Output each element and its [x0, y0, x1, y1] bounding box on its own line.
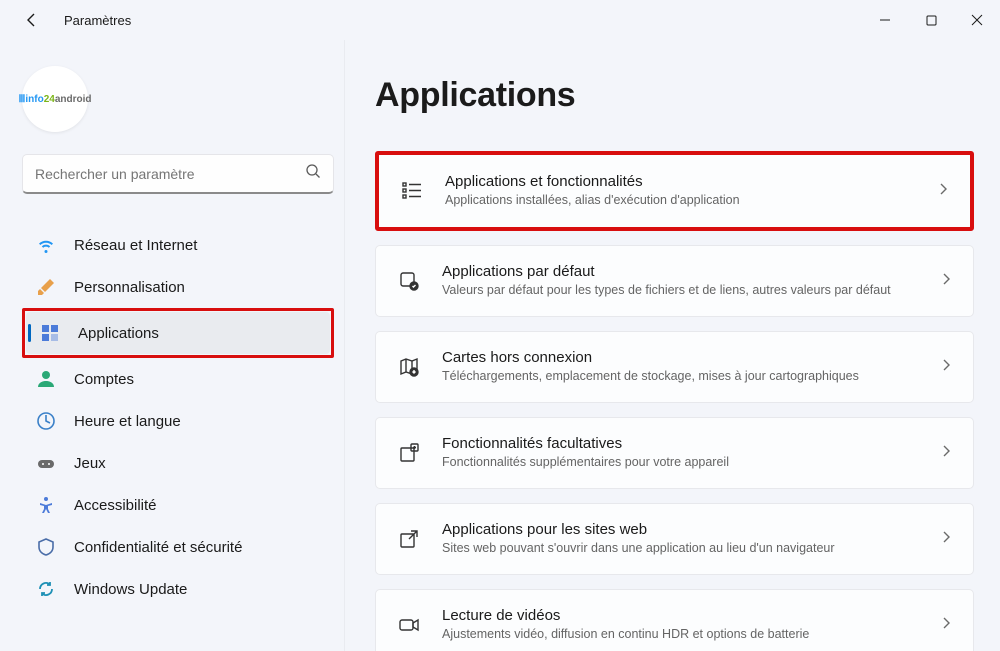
update-icon	[36, 579, 56, 599]
row-desc: Sites web pouvant s'ouvrir dans une appl…	[442, 540, 919, 557]
chevron-right-icon	[936, 182, 950, 201]
video-icon	[396, 612, 422, 638]
sidebar-item-apps[interactable]: Applications	[26, 312, 330, 354]
row-title: Applications et fonctionnalités	[445, 173, 916, 190]
sidebar-item-label: Jeux	[74, 455, 106, 472]
sidebar-nav: Réseau et Internet Personnalisation Appl…	[22, 224, 334, 610]
map-download-icon	[396, 354, 422, 380]
row-apps-websites[interactable]: Applications pour les sites web Sites we…	[375, 503, 974, 575]
page-title: Applications	[375, 76, 974, 115]
row-title: Cartes hors connexion	[442, 349, 919, 366]
window-controls	[862, 2, 1000, 38]
row-desc: Téléchargements, emplacement de stockage…	[442, 368, 919, 385]
search-input[interactable]	[35, 166, 305, 182]
titlebar: Paramètres	[0, 0, 1000, 40]
person-icon	[36, 369, 56, 389]
row-desc: Applications installées, alias d'exécuti…	[445, 192, 916, 209]
sidebar-item-accounts[interactable]: Comptes	[22, 358, 334, 400]
sidebar-item-label: Personnalisation	[74, 279, 185, 296]
brush-icon	[36, 277, 56, 297]
gamepad-icon	[36, 453, 56, 473]
row-apps-features[interactable]: Applications et fonctionnalités Applicat…	[379, 155, 970, 227]
row-title: Lecture de vidéos	[442, 607, 919, 624]
row-title: Fonctionnalités facultatives	[442, 435, 919, 452]
chevron-right-icon	[939, 358, 953, 377]
apps-icon	[40, 323, 60, 343]
main-content: Applications Applications et fonctionnal…	[345, 40, 1000, 651]
sidebar-item-label: Applications	[78, 325, 159, 342]
back-button[interactable]	[20, 8, 44, 32]
sidebar-item-gaming[interactable]: Jeux	[22, 442, 334, 484]
sidebar-item-time-language[interactable]: Heure et langue	[22, 400, 334, 442]
accessibility-icon	[36, 495, 56, 515]
minimize-button[interactable]	[862, 2, 908, 38]
sidebar-item-privacy[interactable]: Confidentialité et sécurité	[22, 526, 334, 568]
sidebar-item-label: Windows Update	[74, 581, 187, 598]
shield-icon	[36, 537, 56, 557]
list-icon	[399, 178, 425, 204]
chevron-right-icon	[939, 530, 953, 549]
add-feature-icon	[396, 440, 422, 466]
row-title: Applications par défaut	[442, 263, 919, 280]
chevron-right-icon	[939, 616, 953, 635]
sidebar-item-accessibility[interactable]: Accessibilité	[22, 484, 334, 526]
row-title: Applications pour les sites web	[442, 521, 919, 538]
sidebar-item-personalization[interactable]: Personnalisation	[22, 266, 334, 308]
avatar: Ⅲinfo24android	[22, 66, 88, 132]
row-desc: Ajustements vidéo, diffusion en continu …	[442, 626, 919, 643]
sidebar-item-label: Accessibilité	[74, 497, 157, 514]
sidebar-item-network[interactable]: Réseau et Internet	[22, 224, 334, 266]
row-desc: Valeurs par défaut pour les types de fic…	[442, 282, 919, 299]
sidebar-item-label: Heure et langue	[74, 413, 181, 430]
close-button[interactable]	[954, 2, 1000, 38]
wifi-icon	[36, 235, 56, 255]
search-box[interactable]	[22, 154, 334, 194]
chevron-right-icon	[939, 444, 953, 463]
sidebar-item-windows-update[interactable]: Windows Update	[22, 568, 334, 610]
row-desc: Fonctionnalités supplémentaires pour vot…	[442, 454, 919, 471]
search-icon	[305, 163, 321, 184]
default-apps-icon	[396, 268, 422, 294]
sidebar: Ⅲinfo24android Réseau et Internet Person…	[0, 40, 345, 651]
sidebar-item-label: Confidentialité et sécurité	[74, 539, 242, 556]
row-video-playback[interactable]: Lecture de vidéos Ajustements vidéo, dif…	[375, 589, 974, 651]
chevron-right-icon	[939, 272, 953, 291]
row-default-apps[interactable]: Applications par défaut Valeurs par défa…	[375, 245, 974, 317]
row-offline-maps[interactable]: Cartes hors connexion Téléchargements, e…	[375, 331, 974, 403]
row-highlight: Applications et fonctionnalités Applicat…	[375, 151, 974, 231]
window-title: Paramètres	[64, 13, 131, 28]
row-optional-features[interactable]: Fonctionnalités facultatives Fonctionnal…	[375, 417, 974, 489]
sidebar-highlight: Applications	[22, 308, 334, 358]
user-avatar-zone[interactable]: Ⅲinfo24android	[22, 60, 334, 148]
globe-clock-icon	[36, 411, 56, 431]
open-external-icon	[396, 526, 422, 552]
sidebar-item-label: Réseau et Internet	[74, 237, 197, 254]
maximize-button[interactable]	[908, 2, 954, 38]
sidebar-item-label: Comptes	[74, 371, 134, 388]
